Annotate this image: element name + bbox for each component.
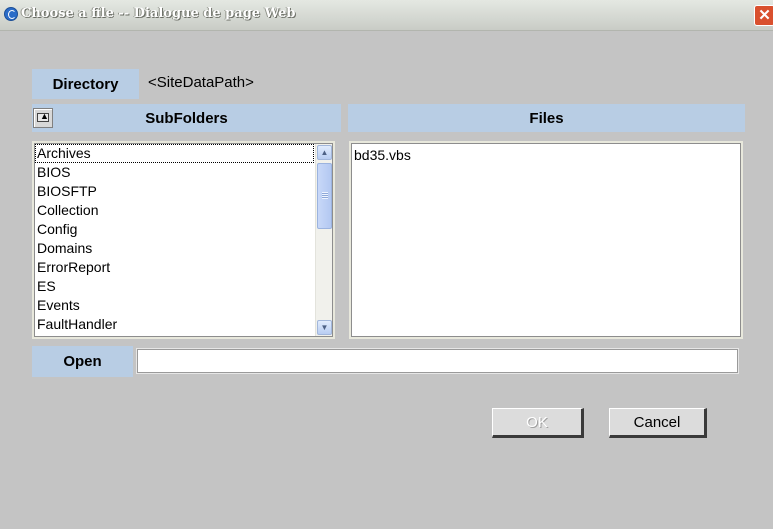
close-button[interactable]: ✕ [754, 5, 773, 26]
subfolders-list[interactable]: Archives BIOS BIOSFTP Collection Config Domai… [32, 141, 335, 339]
subfolders-scrollbar[interactable]: ▲ ▼ [315, 144, 332, 336]
subfolder-item[interactable]: Collection [35, 201, 314, 220]
folder-up-button[interactable]: ▲ [33, 108, 53, 128]
subfolder-item[interactable]: Domains [35, 239, 314, 258]
ie-icon [4, 7, 18, 21]
open-label: Open [32, 346, 133, 377]
open-filename-input[interactable] [136, 348, 739, 374]
files-items: bd35.vbs [352, 146, 740, 165]
scroll-thumb[interactable] [317, 163, 332, 229]
subfolder-item[interactable]: ES [35, 277, 314, 296]
subfolder-item[interactable]: ErrorReport [35, 258, 314, 277]
subfolders-header: SubFolders [32, 104, 341, 132]
subfolder-item[interactable]: Events [35, 296, 314, 315]
subfolder-item[interactable]: FaultHandler [35, 315, 314, 334]
scroll-down-button[interactable]: ▼ [317, 320, 332, 335]
cancel-button[interactable]: Cancel [609, 408, 707, 438]
subfolders-header-label: SubFolders [145, 109, 228, 127]
grip-icon [322, 192, 328, 199]
window-title: Choose a file -- Dialogue de page Web [21, 6, 296, 21]
directory-label: Directory [32, 69, 139, 99]
chevron-down-icon: ▼ [320, 323, 329, 332]
chevron-up-icon: ▲ [320, 148, 329, 157]
subfolder-item[interactable]: BIOSFTP [35, 182, 314, 201]
subfolder-item[interactable]: BIOS [35, 163, 314, 182]
title-bar: Choose a file -- Dialogue de page Web ✕ [0, 0, 773, 31]
file-item[interactable]: bd35.vbs [352, 146, 740, 165]
files-list[interactable]: bd35.vbs [349, 141, 743, 339]
scroll-up-button[interactable]: ▲ [317, 145, 332, 160]
directory-path: <SiteDataPath> [148, 74, 254, 91]
subfolder-item[interactable]: Archives [35, 144, 314, 163]
subfolder-item[interactable]: Config [35, 220, 314, 239]
files-header-label: Files [529, 109, 564, 127]
subfolders-items: Archives BIOS BIOSFTP Collection Config Domai… [35, 144, 314, 334]
files-header: Files [348, 104, 745, 132]
ok-button[interactable]: OK [492, 408, 584, 438]
close-icon: ✕ [758, 7, 771, 24]
